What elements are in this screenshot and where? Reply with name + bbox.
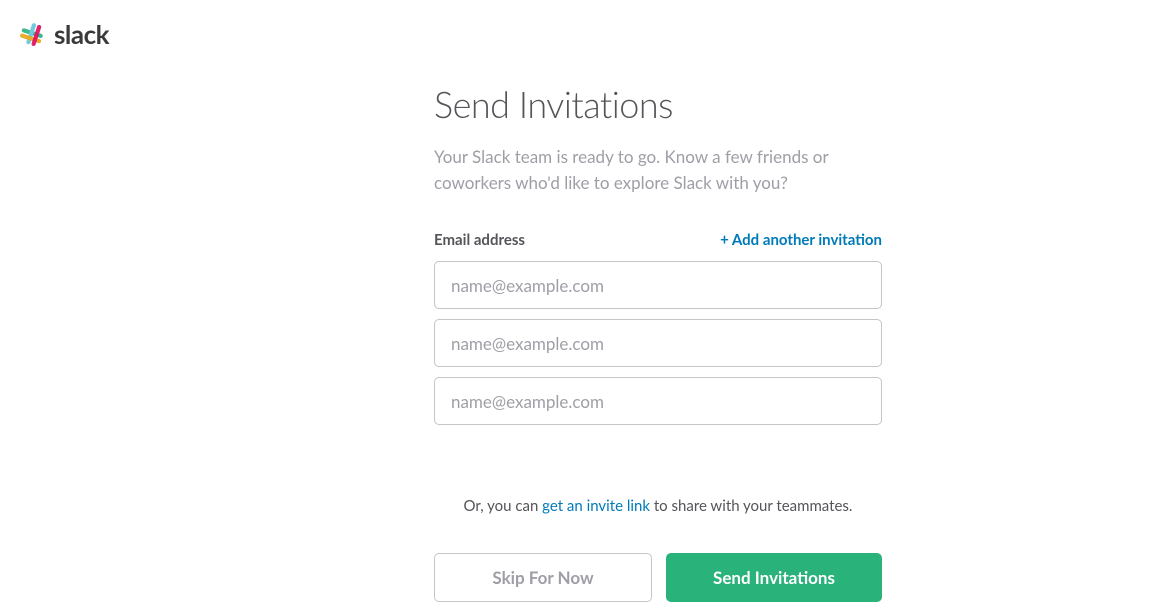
main-content: Send Invitations Your Slack team is read… [434,82,882,602]
brand-logo[interactable]: slack [18,18,109,50]
page-subtitle: Your Slack team is ready to go. Know a f… [434,144,882,195]
alt-text: Or, you can get an invite link to share … [434,497,882,515]
form-header: Email address + Add another invitation [434,231,882,249]
button-row: Skip For Now Send Invitations [434,553,882,602]
email-input-2[interactable] [434,319,882,367]
send-invitations-button[interactable]: Send Invitations [666,553,882,602]
email-input-1[interactable] [434,261,882,309]
add-another-invitation-link[interactable]: + Add another invitation [720,231,882,249]
email-input-3[interactable] [434,377,882,425]
slack-icon [18,20,46,48]
email-label: Email address [434,231,525,249]
logo-text: slack [54,18,109,50]
page-title: Send Invitations [434,82,882,126]
get-invite-link[interactable]: get an invite link [542,497,650,515]
alt-prefix: Or, you can [464,497,543,515]
skip-button[interactable]: Skip For Now [434,553,652,602]
alt-suffix: to share with your teammates. [650,497,852,515]
